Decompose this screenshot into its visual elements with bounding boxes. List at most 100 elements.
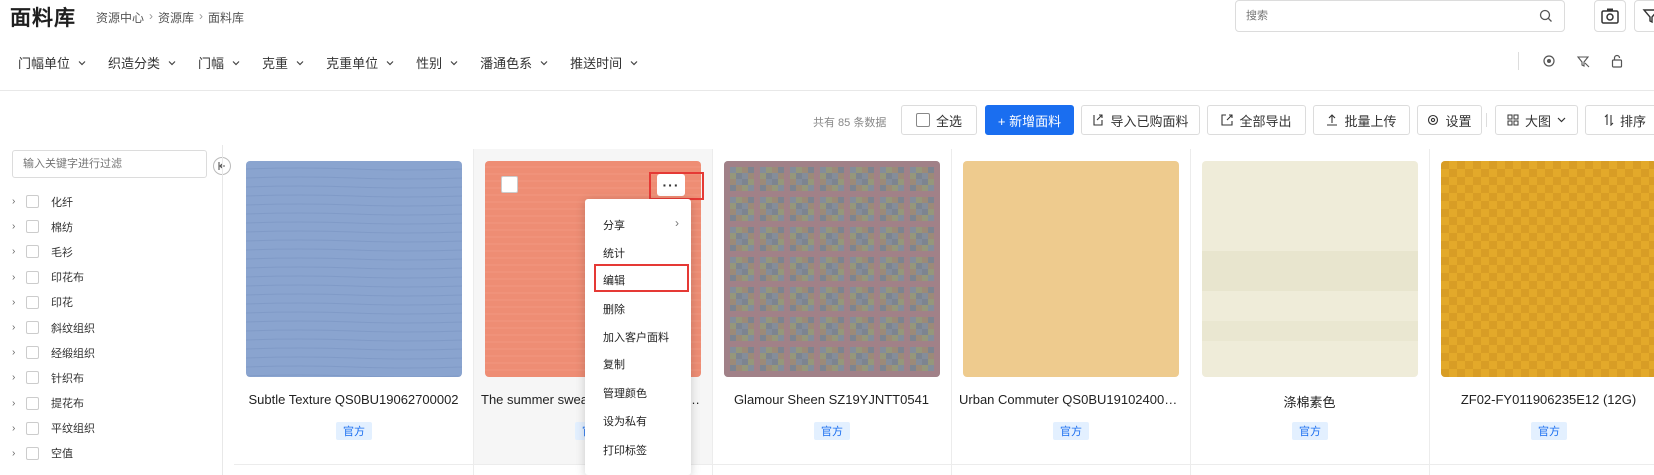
menu-item[interactable]: 复制 — [603, 356, 625, 372]
image-search-button[interactable] — [1594, 0, 1626, 32]
fabric-card[interactable]: ZF02-FY011906235E12 (12G) 官方 — [1429, 149, 1654, 464]
category-checkbox[interactable] — [26, 446, 39, 460]
expand-arrow-icon[interactable]: › — [12, 322, 22, 333]
fabric-name: Subtle Texture QS0BU19062700002 — [248, 392, 459, 407]
lock-button[interactable] — [1609, 53, 1625, 69]
official-badge: 官方 — [336, 422, 372, 440]
card-checkbox[interactable] — [501, 176, 518, 193]
category-checkbox[interactable] — [26, 195, 39, 209]
search-input[interactable] — [1236, 1, 1516, 31]
category-item[interactable]: › 印花 — [12, 290, 95, 315]
category-checkbox[interactable] — [26, 321, 39, 335]
expand-arrow-icon[interactable]: › — [12, 347, 22, 358]
expand-arrow-icon[interactable]: › — [12, 196, 22, 207]
category-label: 针织布 — [51, 372, 84, 385]
settings-button[interactable]: 设置 — [1417, 105, 1482, 135]
category-label: 化纤 — [51, 196, 73, 209]
category-label: 印花布 — [51, 272, 84, 285]
category-checkbox[interactable] — [26, 270, 39, 284]
fabric-card[interactable]: 涤棉素色 官方 — [1190, 149, 1429, 464]
view-mode-select[interactable]: 大图 — [1495, 105, 1578, 135]
fabric-card[interactable]: Subtle Texture QS0BU19062700002 官方 — [234, 149, 473, 464]
eye-icon — [1543, 55, 1555, 67]
category-checkbox[interactable] — [26, 295, 39, 309]
expand-arrow-icon[interactable]: › — [12, 272, 22, 283]
expand-arrow-icon[interactable]: › — [12, 398, 22, 409]
menu-item[interactable]: 设为私有 — [603, 413, 647, 429]
category-checkbox[interactable] — [26, 245, 39, 259]
expand-arrow-icon[interactable]: › — [12, 423, 22, 434]
batch-upload-button[interactable]: 批量上传 — [1313, 105, 1410, 135]
expand-arrow-icon[interactable]: › — [12, 448, 22, 459]
sort-icon — [1604, 114, 1614, 126]
category-checkbox[interactable] — [26, 371, 39, 385]
filter-dropdown[interactable]: 性别 — [416, 53, 458, 72]
official-badge: 官方 — [1292, 422, 1328, 440]
menu-item[interactable]: 删除 — [603, 301, 625, 317]
fabric-card[interactable]: Glamour Sheen SZ19YJNTT0541 官方 — [712, 149, 951, 464]
fabric-image[interactable] — [246, 161, 462, 377]
menu-item[interactable]: 统计 — [603, 245, 625, 261]
filter-dropdown[interactable]: 织造分类 — [108, 53, 176, 72]
menu-item[interactable]: 加入客户面料 — [603, 329, 669, 345]
fabric-image[interactable] — [963, 161, 1179, 377]
category-item[interactable]: › 提花布 — [12, 391, 95, 416]
expand-arrow-icon[interactable]: › — [12, 372, 22, 383]
category-item[interactable]: › 印花布 — [12, 265, 95, 290]
filter-dropdown[interactable]: 推送时间 — [570, 53, 638, 72]
clear-filter-button[interactable] — [1575, 53, 1591, 69]
category-item[interactable]: › 针织布 — [12, 365, 95, 390]
filter-dropdown[interactable]: 潘通色系 — [480, 53, 548, 72]
breadcrumb-item[interactable]: 资源中心 — [96, 9, 144, 26]
sort-select[interactable]: 排序 — [1585, 105, 1654, 135]
search-icon[interactable] — [1538, 8, 1554, 24]
filter-dropdown[interactable]: 门幅 — [198, 53, 240, 72]
fabric-image[interactable] — [724, 161, 940, 377]
filter-dropdown[interactable]: 门幅单位 — [18, 53, 86, 72]
clear-filter-icon — [1576, 56, 1590, 68]
expand-arrow-icon[interactable]: › — [12, 221, 22, 232]
fabric-image[interactable] — [1441, 161, 1654, 377]
record-count: 共有 85 条数据 — [813, 117, 887, 129]
category-item[interactable]: › 斜纹组织 — [12, 315, 95, 340]
category-item[interactable]: › 化纤 — [12, 189, 95, 214]
fabric-image[interactable] — [1202, 161, 1418, 377]
menu-item[interactable]: 分享 › — [603, 216, 679, 233]
view-toggle-button[interactable] — [1541, 53, 1557, 69]
category-checkbox[interactable] — [26, 220, 39, 234]
select-all-checkbox — [915, 113, 930, 127]
filter-dropdown[interactable]: 克重单位 — [326, 53, 394, 72]
add-fabric-button[interactable]: + 新增面料 — [985, 105, 1074, 135]
category-checkbox[interactable] — [26, 396, 39, 410]
breadcrumb-item[interactable]: 资源库 — [158, 9, 194, 26]
filter-dropdown[interactable]: 克重 — [262, 53, 304, 72]
select-all-label: 全选 — [935, 113, 962, 129]
category-filter-input[interactable] — [13, 151, 206, 177]
chevron-down-icon — [386, 60, 394, 65]
menu-item[interactable]: 管理颜色 — [603, 385, 647, 401]
expand-arrow-icon[interactable]: › — [12, 297, 22, 308]
official-badge: 官方 — [1531, 422, 1567, 440]
category-item[interactable]: › 平纹组织 — [12, 416, 95, 441]
category-item[interactable]: › 经缎组织 — [12, 340, 95, 365]
menu-item-label: 加入客户面料 — [603, 332, 669, 344]
sort-label: 排序 — [1619, 113, 1646, 129]
category-item[interactable]: › 空值 — [12, 441, 95, 466]
menu-item[interactable]: 打印标签 — [603, 442, 647, 458]
upload-label: 批量上传 — [1344, 113, 1397, 129]
export-all-button[interactable]: 全部导出 — [1207, 105, 1306, 135]
fabric-card[interactable]: Urban Commuter QS0BU19102400001 官方 — [951, 149, 1190, 464]
expand-arrow-icon[interactable]: › — [12, 246, 22, 257]
menu-item-label: 设为私有 — [603, 416, 647, 428]
category-checkbox[interactable] — [26, 346, 39, 360]
select-all-button[interactable]: 全选 — [901, 105, 977, 135]
category-item[interactable]: › 棉纺 — [12, 214, 95, 239]
advanced-filter-button[interactable] — [1634, 0, 1654, 32]
filter-label: 潘通色系 — [480, 56, 533, 71]
fabric-texture — [246, 161, 462, 377]
menu-item-label: 管理颜色 — [603, 388, 647, 400]
category-checkbox[interactable] — [26, 421, 39, 435]
chevron-down-icon — [540, 60, 548, 65]
category-item[interactable]: › 毛衫 — [12, 239, 95, 264]
import-purchased-button[interactable]: 导入已购面料 — [1081, 105, 1200, 135]
